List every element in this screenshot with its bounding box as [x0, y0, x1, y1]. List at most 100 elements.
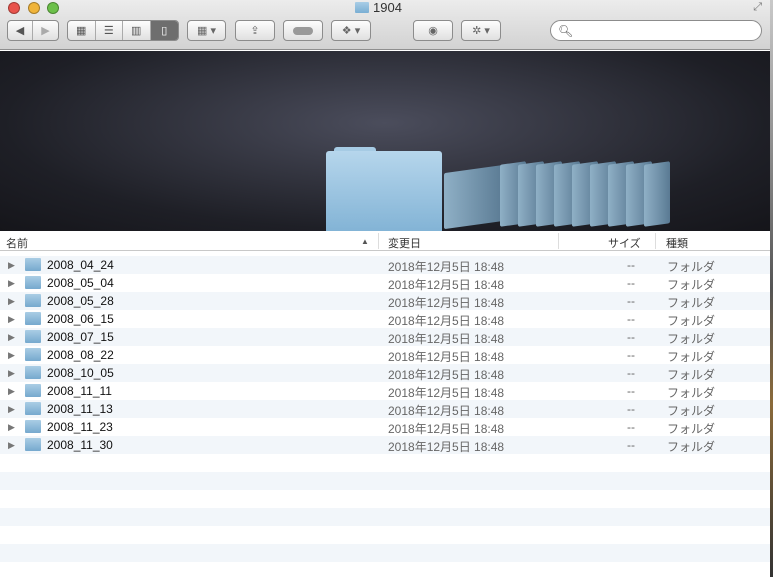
disclosure-triangle-icon[interactable]: ▶: [8, 314, 15, 325]
file-size: --: [627, 312, 635, 326]
file-name: 2008_08_22: [47, 348, 114, 362]
file-name: 2008_05_28: [47, 294, 114, 308]
column-divider[interactable]: [378, 233, 379, 249]
folder-icon: [25, 330, 41, 343]
file-row[interactable]: ▶ 2008_07_15 2018年12月5日 18:48 -- フォルダ: [0, 328, 770, 346]
back-button[interactable]: ◀: [8, 21, 34, 40]
finder-window: 1904 ⤢ ◀ ▶ ▦ ☰ ▥ ▯ ▦ ▾ ⇪ ❖ ▾ ◉ ✲ ▾ 🔍︎ 20…: [0, 0, 770, 577]
file-list: ▶ 2008_04_24 2018年12月5日 18:48 -- フォルダ ▶ 2…: [0, 256, 770, 577]
column-view-button[interactable]: ▥: [123, 21, 151, 40]
minimize-button[interactable]: [28, 2, 40, 14]
file-kind: フォルダ: [667, 314, 716, 328]
file-row[interactable]: ▶ 2008_11_30 2018年12月5日 18:48 -- フォルダ: [0, 436, 770, 454]
coverflow-area[interactable]: 2008_04_24: [0, 51, 770, 274]
file-row[interactable]: ▶ 2008_11_23 2018年12月5日 18:48 -- フォルダ: [0, 418, 770, 436]
file-size: --: [627, 294, 635, 308]
disclosure-triangle-icon[interactable]: ▶: [8, 440, 15, 451]
arrange-button[interactable]: ▦ ▾: [187, 20, 226, 41]
zoom-button[interactable]: [47, 2, 59, 14]
disclosure-triangle-icon[interactable]: ▶: [8, 332, 15, 343]
disclosure-triangle-icon[interactable]: ▶: [8, 296, 15, 307]
folder-cover[interactable]: [444, 164, 504, 230]
dropbox-icon: ❖: [341, 25, 352, 37]
file-row[interactable]: ▶ 2008_04_24 2018年12月5日 18:48 -- フォルダ: [0, 256, 770, 274]
empty-row: [0, 562, 770, 577]
search-icon: 🔍︎: [558, 23, 574, 38]
file-size: --: [627, 330, 635, 344]
file-size: --: [627, 258, 635, 272]
file-modified: 2018年12月5日 18:48: [388, 386, 505, 400]
file-size: --: [627, 438, 635, 452]
file-modified: 2018年12月5日 18:48: [388, 260, 505, 274]
column-header-name[interactable]: 名前: [6, 235, 28, 251]
column-header-kind[interactable]: 種類: [666, 235, 688, 251]
fullscreen-icon[interactable]: ⤢: [753, 1, 762, 14]
share-button[interactable]: ⇪: [235, 20, 275, 41]
search-input[interactable]: 🔍︎: [550, 20, 762, 41]
column-header-size[interactable]: サイズ: [608, 235, 641, 251]
column-divider[interactable]: [655, 233, 656, 249]
file-modified: 2018年12月5日 18:48: [388, 332, 505, 346]
list-view-button[interactable]: ☰: [96, 21, 123, 40]
file-modified: 2018年12月5日 18:48: [388, 278, 505, 292]
sort-ascending-icon: ▲: [361, 237, 369, 246]
column-header-modified[interactable]: 変更日: [388, 235, 421, 251]
file-size: --: [627, 348, 635, 362]
tags-button[interactable]: [283, 20, 323, 41]
disclosure-triangle-icon[interactable]: ▶: [8, 368, 15, 379]
action-button[interactable]: ✲ ▾: [461, 20, 501, 41]
file-modified: 2018年12月5日 18:48: [388, 440, 505, 454]
gear-icon: ✲: [472, 25, 482, 37]
folder-icon: [25, 276, 41, 289]
forward-button[interactable]: ▶: [33, 21, 58, 40]
disclosure-triangle-icon[interactable]: ▶: [8, 386, 15, 397]
file-size: --: [627, 420, 635, 434]
toolbar: 1904 ⤢ ◀ ▶ ▦ ☰ ▥ ▯ ▦ ▾ ⇪ ❖ ▾ ◉ ✲ ▾ 🔍︎: [0, 0, 770, 50]
file-modified: 2018年12月5日 18:48: [388, 314, 505, 328]
close-button[interactable]: [8, 2, 20, 14]
empty-row: [0, 472, 770, 490]
file-name: 2008_06_15: [47, 312, 114, 326]
disclosure-triangle-icon[interactable]: ▶: [8, 278, 15, 289]
file-kind: フォルダ: [667, 332, 716, 346]
file-row[interactable]: ▶ 2008_08_22 2018年12月5日 18:48 -- フォルダ: [0, 346, 770, 364]
file-name: 2008_07_15: [47, 330, 114, 344]
folder-icon: [25, 366, 41, 379]
empty-row: [0, 454, 770, 472]
file-row[interactable]: ▶ 2008_11_11 2018年12月5日 18:48 -- フォルダ: [0, 382, 770, 400]
file-row[interactable]: ▶ 2008_05_28 2018年12月5日 18:48 -- フォルダ: [0, 292, 770, 310]
file-row[interactable]: ▶ 2008_05_04 2018年12月5日 18:48 -- フォルダ: [0, 274, 770, 292]
icon-view-button[interactable]: ▦: [68, 21, 96, 40]
folder-icon: [25, 438, 41, 451]
dropbox-button[interactable]: ❖ ▾: [331, 20, 371, 41]
disclosure-triangle-icon[interactable]: ▶: [8, 260, 15, 271]
empty-row: [0, 508, 770, 526]
file-kind: フォルダ: [667, 278, 716, 292]
quicklook-button[interactable]: ◉: [413, 20, 453, 41]
file-modified: 2018年12月5日 18:48: [388, 422, 505, 436]
folder-cover[interactable]: [644, 161, 670, 227]
file-row[interactable]: ▶ 2008_11_13 2018年12月5日 18:48 -- フォルダ: [0, 400, 770, 418]
tag-icon: [293, 26, 313, 35]
file-modified: 2018年12月5日 18:48: [388, 296, 505, 310]
file-kind: フォルダ: [667, 386, 716, 400]
empty-row: [0, 490, 770, 508]
coverflow-view-button[interactable]: ▯: [150, 21, 178, 40]
file-kind: フォルダ: [667, 368, 716, 382]
folder-icon: [355, 2, 369, 13]
column-divider[interactable]: [558, 233, 559, 249]
file-row[interactable]: ▶ 2008_06_15 2018年12月5日 18:48 -- フォルダ: [0, 310, 770, 328]
folder-icon: [25, 348, 41, 361]
disclosure-triangle-icon[interactable]: ▶: [8, 350, 15, 361]
disclosure-triangle-icon[interactable]: ▶: [8, 404, 15, 415]
selected-folder-cover[interactable]: [326, 151, 442, 237]
list-header: 名前 ▲ 変更日 サイズ 種類: [0, 231, 770, 251]
file-row[interactable]: ▶ 2008_10_05 2018年12月5日 18:48 -- フォルダ: [0, 364, 770, 382]
window-title-text: 1904: [373, 0, 402, 15]
file-kind: フォルダ: [667, 422, 716, 436]
folder-icon: [25, 294, 41, 307]
file-size: --: [627, 366, 635, 380]
disclosure-triangle-icon[interactable]: ▶: [8, 422, 15, 433]
folder-icon: [25, 420, 41, 433]
file-name: 2008_04_24: [47, 258, 114, 272]
